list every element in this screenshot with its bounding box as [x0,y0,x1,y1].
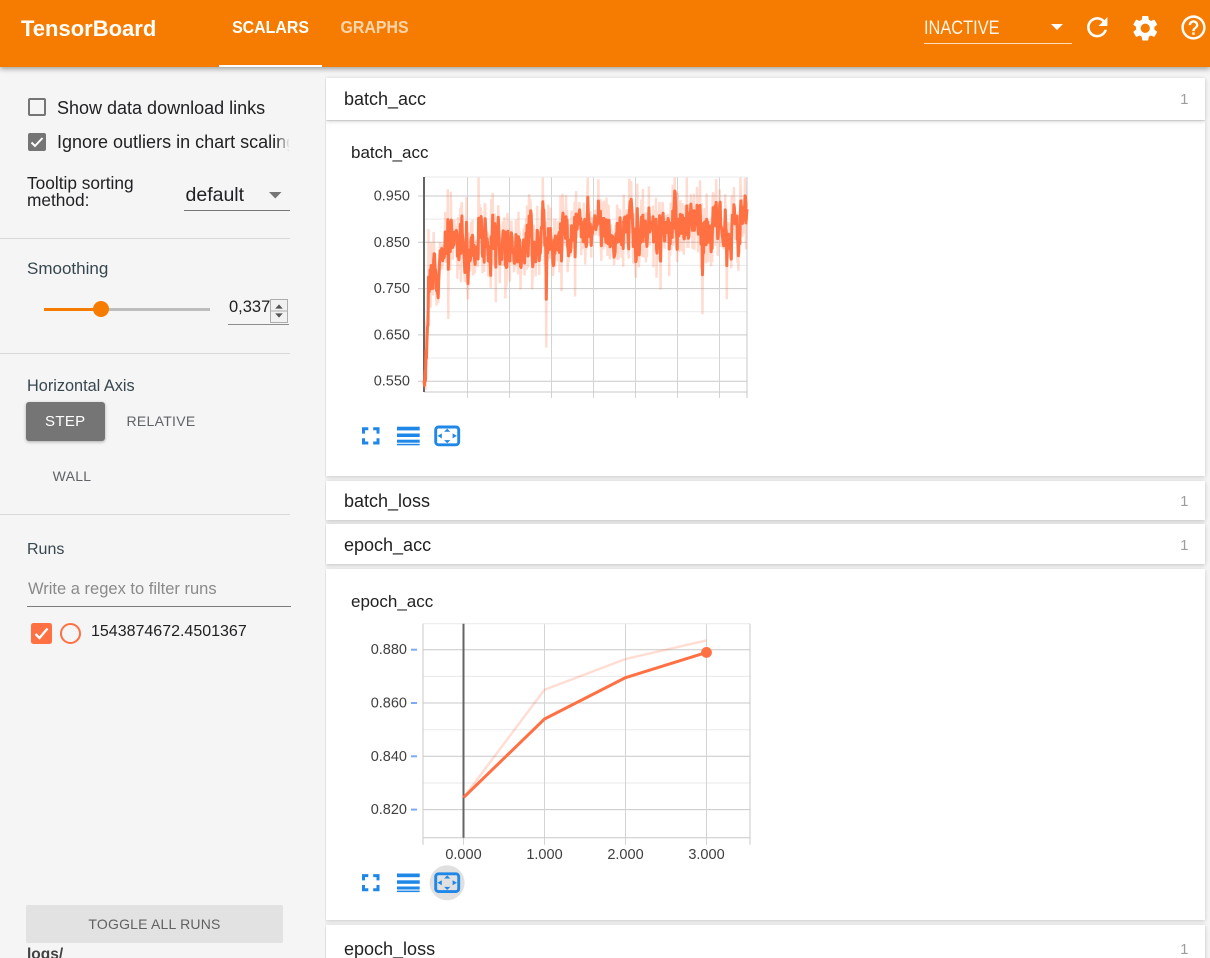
svg-text:0.750: 0.750 [374,281,410,297]
svg-text:0.950: 0.950 [374,189,410,205]
svg-text:0.840: 0.840 [371,749,407,765]
svg-text:2.000: 2.000 [607,847,643,863]
svg-text:0.550: 0.550 [374,374,410,390]
svg-text:3.000: 3.000 [688,847,724,863]
svg-text:0.850: 0.850 [374,235,410,251]
svg-text:0.880: 0.880 [371,642,407,658]
svg-text:0.820: 0.820 [371,802,407,818]
svg-text:0.650: 0.650 [374,327,410,343]
svg-text:1.000: 1.000 [526,847,562,863]
svg-text:0.860: 0.860 [371,696,407,712]
